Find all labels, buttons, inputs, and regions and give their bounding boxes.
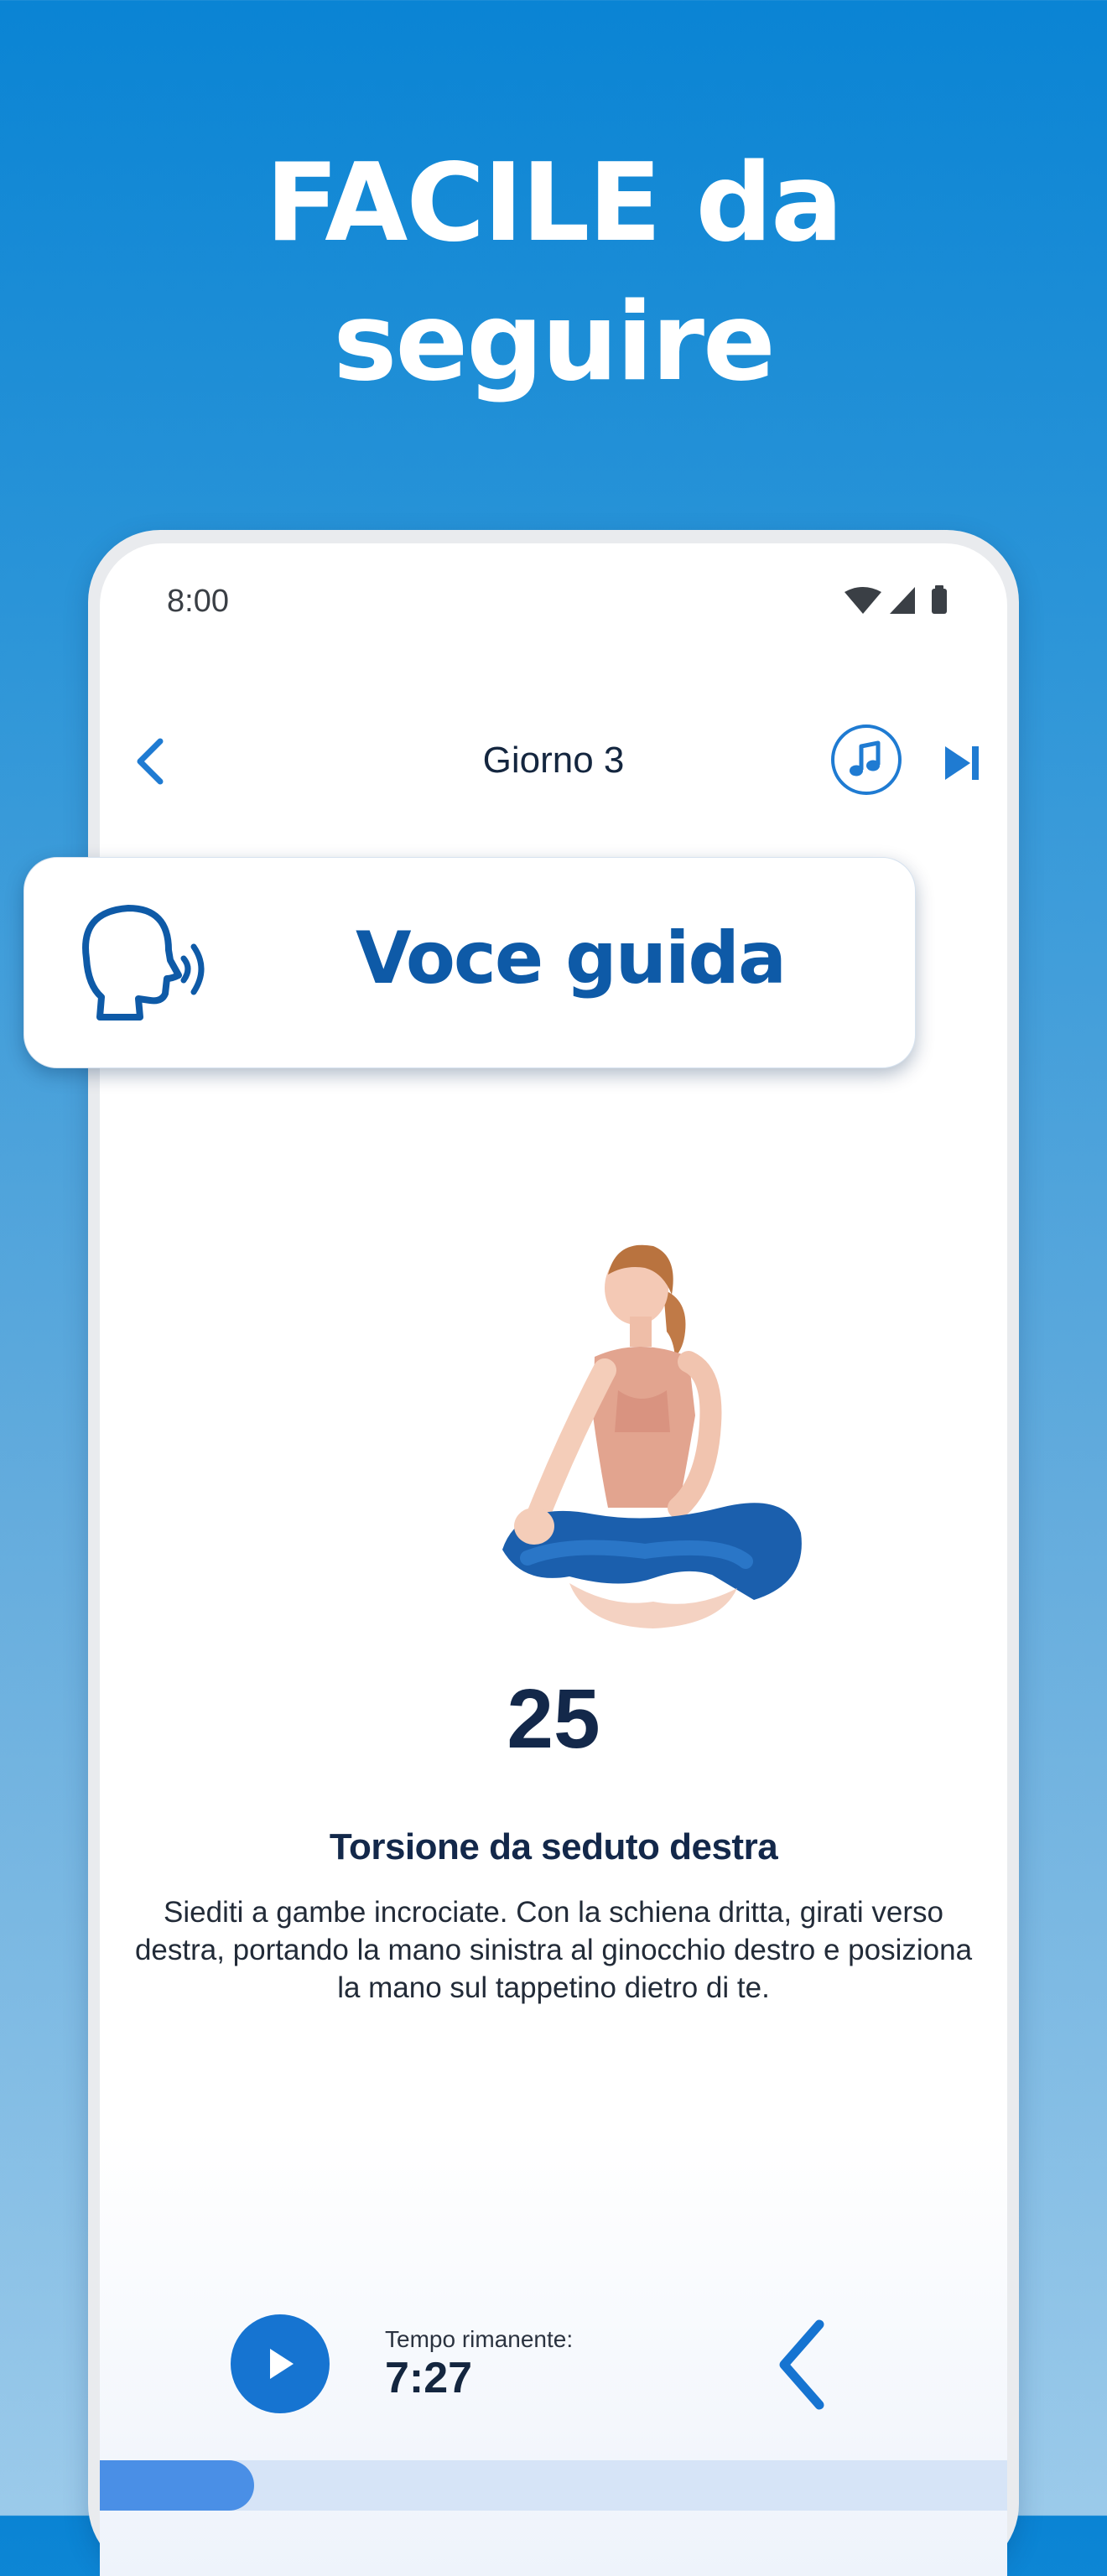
headline: FACILE da seguire [0,134,1107,413]
workout-progress-fill [100,2460,254,2511]
next-exercise-button[interactable] [997,2316,1007,2417]
wifi-icon [845,587,881,614]
phone-screen: 8:00 Giorno 3 25 Torsione da seduto dest… [100,543,1007,2576]
exercise-description: Siediti a gambe incrociate. Con la schie… [134,1896,973,2004]
exercise-illustration [502,1244,802,1628]
remaining-time-label: Tempo rimanente: [385,2326,574,2352]
status-time: 8:00 [167,584,229,619]
music-note-icon [850,740,881,776]
skip-next-icon [945,746,979,780]
headline-line-1: FACILE da [265,141,844,266]
status-icons [845,585,947,614]
battery-icon [932,589,947,614]
phone-frame: 8:00 Giorno 3 25 Torsione da seduto dest… [88,530,1019,2576]
play-button[interactable] [231,2314,330,2413]
skip-button[interactable] [940,738,985,788]
previous-exercise-button[interactable] [771,2316,838,2417]
remaining-time-value: 7:27 [385,2354,473,2402]
speaking-head-icon [82,905,205,1021]
voice-guide-card: Voce guida [23,857,916,1068]
exercise-title: Torsione da seduto destra [329,1826,778,1867]
play-icon [270,2349,294,2379]
chevron-left-icon [779,2319,824,2410]
music-button[interactable] [831,724,902,795]
chevron-right-icon [997,2316,1007,2417]
status-bar: 8:00 [167,579,957,621]
rep-count: 25 [507,1672,600,1766]
voice-guide-label: Voce guida [355,917,787,1000]
nav-bar: Giorno 3 [100,719,1007,803]
signal-icon [890,587,915,614]
headline-line-2: seguire [333,280,776,405]
workout-progress-bar [100,2460,1007,2511]
